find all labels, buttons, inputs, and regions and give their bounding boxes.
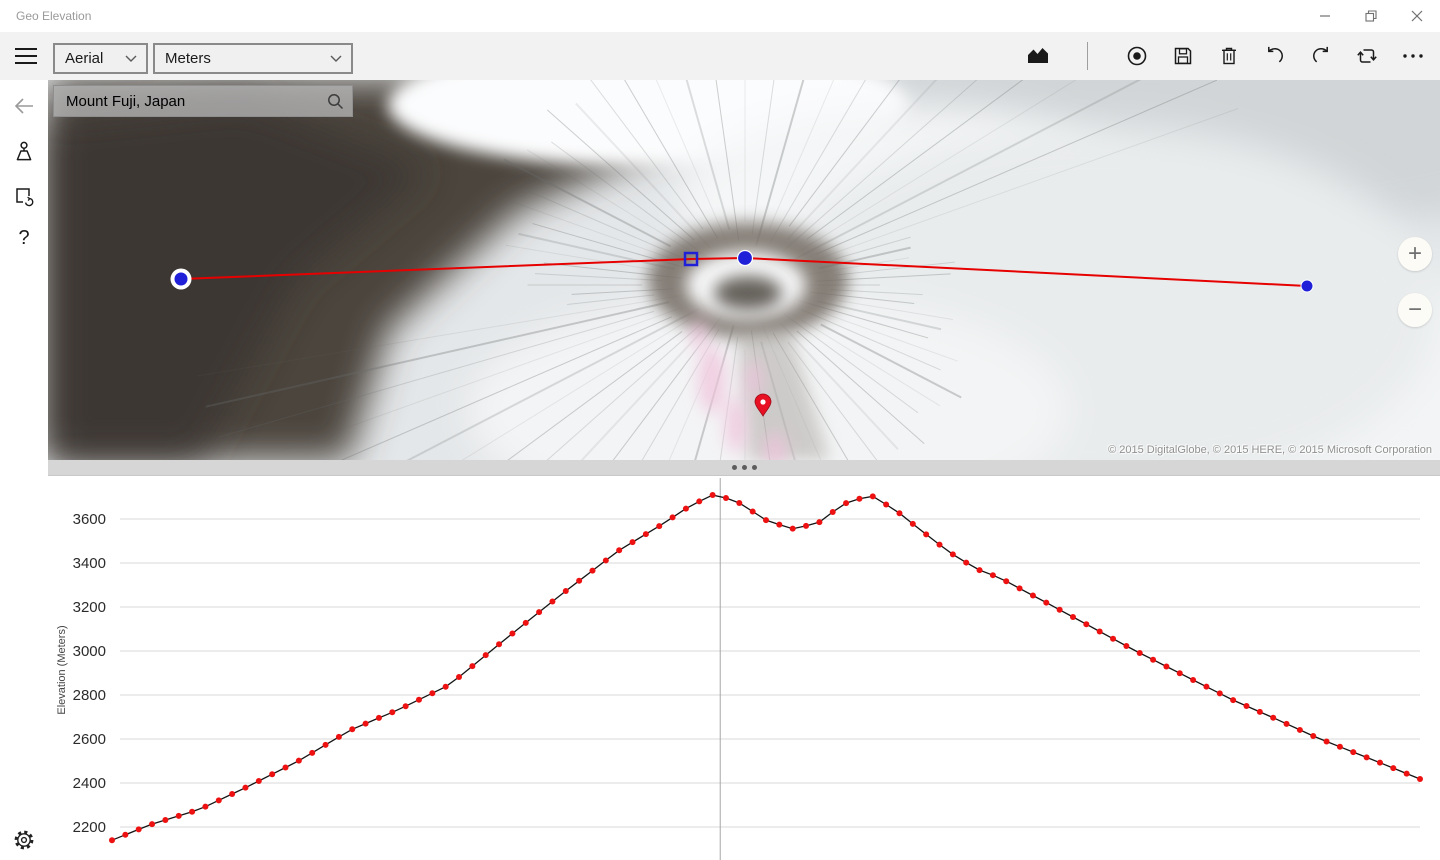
reload-map-button[interactable] [4, 176, 44, 216]
minimize-button[interactable] [1302, 0, 1348, 32]
restore-icon [1365, 10, 1377, 22]
y-tick-label: 2200 [73, 819, 106, 836]
map-type-dropdown[interactable]: Aerial [53, 43, 148, 74]
undo-button[interactable] [1252, 33, 1298, 79]
undo-icon [1263, 44, 1287, 68]
save-icon [1171, 44, 1195, 68]
more-icon [1400, 44, 1426, 68]
splitter-grip-dot [732, 465, 737, 470]
record-icon [1125, 44, 1149, 68]
elevation-chart-button[interactable] [1015, 33, 1061, 79]
repeat-icon [1355, 44, 1379, 68]
route-midpoint [738, 251, 753, 266]
hamburger-icon [15, 48, 37, 50]
elevation-series-markers [109, 492, 1423, 843]
zoom-in-button[interactable]: + [1398, 237, 1432, 271]
search-icon[interactable] [326, 92, 345, 111]
close-icon [1411, 10, 1423, 22]
y-tick-label: 2800 [73, 687, 106, 704]
save-button[interactable] [1160, 33, 1206, 79]
y-tick-label: 2400 [73, 775, 106, 792]
record-point-button[interactable] [1114, 33, 1160, 79]
title-bar: Geo Elevation [0, 0, 1440, 32]
search-box [53, 85, 353, 117]
app-window: Geo Elevation Aerial [0, 0, 1440, 860]
y-tick-label: 3400 [73, 555, 106, 572]
y-tick-label: 3000 [73, 643, 106, 660]
y-tick-label: 2600 [73, 731, 106, 748]
chevron-down-icon [125, 55, 137, 63]
help-button[interactable]: ? [4, 218, 44, 258]
back-button[interactable] [4, 86, 44, 126]
map-pin-tool-icon [12, 140, 36, 164]
toolbar: Aerial Meters [0, 32, 1440, 80]
window-controls [1302, 0, 1440, 32]
y-axis-label: Elevation (Meters) [56, 625, 68, 714]
units-dropdown[interactable]: Meters [153, 43, 353, 74]
toolbar-actions [1015, 33, 1436, 79]
zoom-out-button[interactable]: − [1398, 293, 1432, 327]
settings-button[interactable] [4, 820, 44, 860]
redo-icon [1309, 44, 1333, 68]
menu-button[interactable] [6, 36, 46, 76]
left-rail: ? [0, 80, 48, 860]
search-input[interactable] [53, 85, 353, 117]
splitter[interactable] [48, 460, 1440, 476]
page-refresh-icon [12, 184, 36, 208]
toolbar-separator [1087, 42, 1088, 70]
delete-button[interactable] [1206, 33, 1252, 79]
elevation-chart[interactable]: 3600 3400 3200 3000 2800 2600 2400 2200 Elevatio… [48, 476, 1440, 860]
repeat-button[interactable] [1344, 33, 1390, 79]
map-type-value: Aerial [55, 50, 125, 67]
gear-icon [11, 827, 37, 853]
redo-button[interactable] [1298, 33, 1344, 79]
help-icon: ? [18, 227, 29, 250]
back-arrow-icon [12, 94, 36, 118]
route-endpoint-end [1301, 280, 1313, 292]
minimize-icon [1319, 10, 1331, 22]
map-aerial-imagery [48, 80, 1440, 460]
window-title: Geo Elevation [16, 0, 91, 32]
elevation-chart-svg: 3600 3400 3200 3000 2800 2600 2400 2200 Elevatio… [48, 476, 1440, 860]
restore-button[interactable] [1348, 0, 1394, 32]
map-attribution: © 2015 DigitalGlobe, © 2015 HERE, © 2015… [1108, 444, 1432, 456]
elevation-series-line [112, 495, 1420, 840]
trash-icon [1217, 44, 1241, 68]
y-tick-label: 3200 [73, 599, 106, 616]
map-canvas[interactable]: + − © 2015 DigitalGlobe, © 2015 HERE, © … [48, 80, 1440, 460]
more-button[interactable] [1390, 33, 1436, 79]
chart-grid: 3600 3400 3200 3000 2800 2600 2400 2200 [73, 511, 1420, 836]
chevron-down-icon [330, 55, 342, 63]
pin-tool-button[interactable] [4, 132, 44, 172]
area-chart-icon [1025, 45, 1051, 67]
y-tick-label: 3600 [73, 511, 106, 528]
close-button[interactable] [1394, 0, 1440, 32]
units-value: Meters [155, 50, 330, 67]
